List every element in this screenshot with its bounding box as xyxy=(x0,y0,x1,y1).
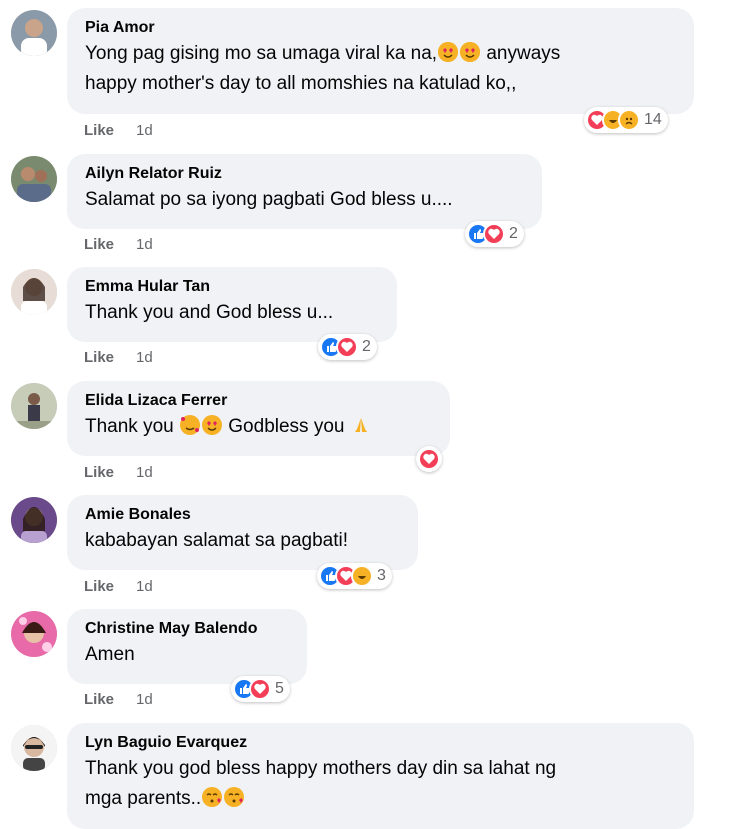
avatar[interactable] xyxy=(11,10,57,56)
like-link[interactable]: Like xyxy=(84,691,114,708)
praying-hands-emoji-icon xyxy=(351,415,371,435)
comment-actions: Like 1d xyxy=(84,349,153,366)
commenter-name[interactable]: Emma Hular Tan xyxy=(85,276,381,298)
comment-text: Thank you Godbless you xyxy=(85,412,434,442)
timestamp[interactable]: 1d xyxy=(136,578,153,595)
commenter-name[interactable]: Amie Bonales xyxy=(85,504,402,526)
timestamp[interactable]: 1d xyxy=(136,122,153,139)
comment-bubble: Lyn Baguio Evarquez Thank you god bless … xyxy=(67,723,694,829)
kissing-heart-emoji-icon xyxy=(224,787,245,807)
comment-text: Thank you god bless happy mothers day di… xyxy=(85,758,557,809)
comment-bubble: Amie Bonales kababayan salamat sa pagbat… xyxy=(67,495,418,570)
timestamp[interactable]: 1d xyxy=(136,464,153,481)
comment-actions: Like 1d xyxy=(84,236,153,253)
kissing-heart-emoji-icon xyxy=(202,787,223,807)
comment-bubble: Ailyn Relator Ruiz Salamat po sa iyong p… xyxy=(67,154,542,229)
reaction-count: 14 xyxy=(644,111,662,128)
timestamp[interactable]: 1d xyxy=(136,236,153,253)
comment-actions: Like 1d xyxy=(84,578,153,595)
comment-bubble: Pia Amor Yong pag gising mo sa umaga vir… xyxy=(67,8,694,114)
comment-text: Yong pag gising mo sa umaga viral ka na,… xyxy=(85,42,561,94)
heart-eyes-emoji-icon xyxy=(460,42,481,62)
like-link[interactable]: Like xyxy=(84,578,114,595)
comment-bubble: Christine May Balendo Amen xyxy=(67,609,307,684)
timestamp[interactable]: 1d xyxy=(136,349,153,366)
sad-reaction-icon xyxy=(618,109,640,131)
commenter-name[interactable]: Christine May Balendo xyxy=(85,618,291,640)
comment-text: kababayan salamat sa pagbati! xyxy=(85,530,349,551)
smiling-hearts-emoji-icon xyxy=(180,415,200,435)
avatar[interactable] xyxy=(11,725,57,771)
reaction-summary[interactable]: 2 xyxy=(465,221,524,247)
heart-eyes-emoji-icon xyxy=(438,42,459,62)
comment-bubble: Elida Lizaca Ferrer Thank you Godbless y… xyxy=(67,381,450,456)
love-reaction-icon xyxy=(249,678,271,700)
like-link[interactable]: Like xyxy=(84,122,114,139)
avatar[interactable] xyxy=(11,383,57,429)
like-link[interactable]: Like xyxy=(84,349,114,366)
commenter-name[interactable]: Pia Amor xyxy=(85,17,678,39)
reaction-count: 5 xyxy=(275,680,284,697)
haha-reaction-icon xyxy=(351,565,373,587)
avatar[interactable] xyxy=(11,497,57,543)
reaction-count: 2 xyxy=(509,225,518,242)
comment-actions: Like 1d xyxy=(84,464,153,481)
comment-text: Thank you and God bless u... xyxy=(85,302,334,323)
reaction-summary[interactable] xyxy=(416,446,442,472)
like-link[interactable]: Like xyxy=(84,236,114,253)
love-reaction-icon xyxy=(418,448,440,470)
reaction-summary[interactable]: 14 xyxy=(584,107,668,133)
comment-bubble: Emma Hular Tan Thank you and God bless u… xyxy=(67,267,397,342)
reaction-summary[interactable]: 3 xyxy=(317,563,392,589)
commenter-name[interactable]: Ailyn Relator Ruiz xyxy=(85,163,526,185)
avatar[interactable] xyxy=(11,611,57,657)
love-reaction-icon xyxy=(336,336,358,358)
commenter-name[interactable]: Elida Lizaca Ferrer xyxy=(85,390,434,412)
love-reaction-icon xyxy=(483,223,505,245)
reaction-summary[interactable]: 2 xyxy=(318,334,377,360)
avatar[interactable] xyxy=(11,269,57,315)
avatar[interactable] xyxy=(11,156,57,202)
like-link[interactable]: Like xyxy=(84,464,114,481)
reaction-summary[interactable]: 5 xyxy=(231,676,290,702)
reaction-count: 2 xyxy=(362,338,371,355)
commenter-name[interactable]: Lyn Baguio Evarquez xyxy=(85,732,678,754)
comment-text: Amen xyxy=(85,644,135,665)
comment-actions: Like 1d xyxy=(84,122,153,139)
reaction-count: 3 xyxy=(377,567,386,584)
timestamp[interactable]: 1d xyxy=(136,691,153,708)
heart-eyes-emoji-icon xyxy=(202,415,222,435)
comment-actions: Like 1d xyxy=(84,691,153,708)
comment-text: Salamat po sa iyong pagbati God bless u.… xyxy=(85,189,453,210)
